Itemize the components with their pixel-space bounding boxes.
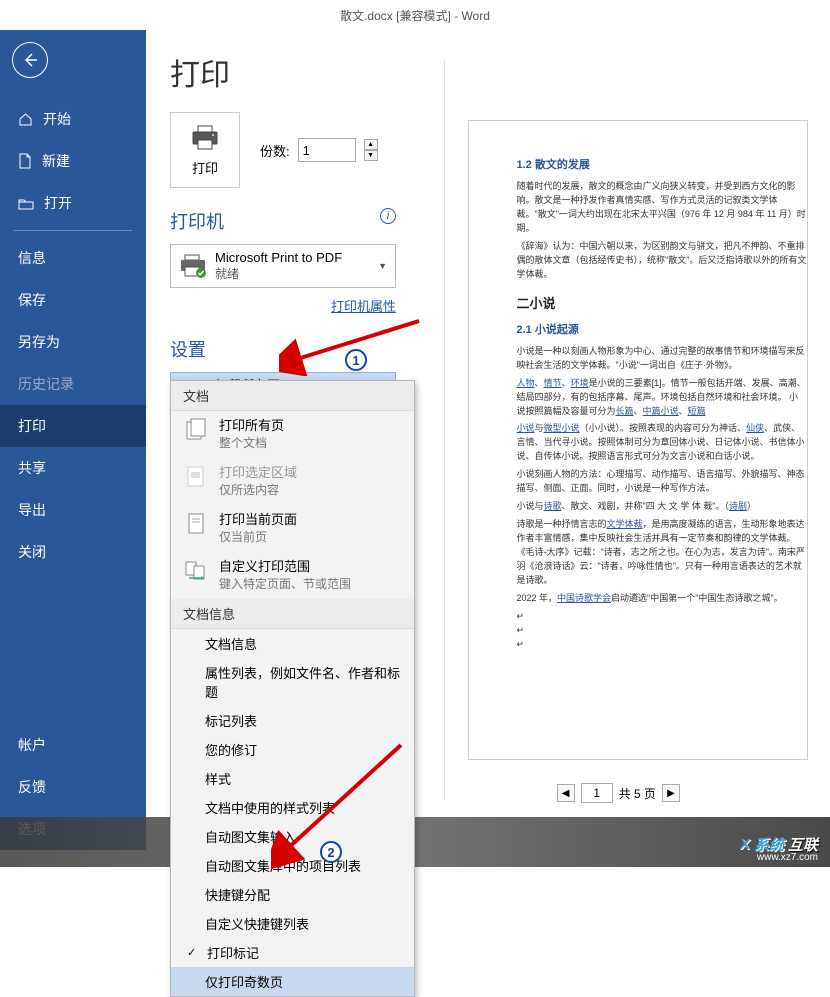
nav-start-label: 开始 — [43, 109, 71, 129]
dd-props[interactable]: 属性列表，例如文件名、作者和标题 — [171, 658, 414, 706]
dd-print-current[interactable]: 打印当前页面仅当前页 — [171, 505, 414, 552]
printer-properties-link[interactable]: 打印机属性 — [331, 299, 396, 314]
page-number-input[interactable] — [581, 783, 613, 803]
copies-control: 份数: ▲ ▼ — [260, 138, 378, 162]
nav-info-label: 信息 — [18, 248, 46, 268]
copies-input[interactable] — [298, 138, 356, 162]
pages-icon — [183, 417, 209, 443]
nav-close-label: 关闭 — [18, 542, 46, 562]
copies-up[interactable]: ▲ — [364, 139, 378, 150]
print-preview: 1.2 散文的发展 随着时代的发展，散文的概念由广义向狭义转变，并受到西方文化的… — [444, 60, 830, 800]
new-doc-icon — [18, 153, 32, 169]
printer-icon — [189, 124, 221, 152]
chevron-down-icon: ▼ — [378, 261, 387, 271]
nav-print-label: 打印 — [18, 416, 46, 436]
nav-save[interactable]: 保存 — [0, 279, 146, 321]
dd-revisions[interactable]: 您的修订 — [171, 735, 414, 764]
back-button[interactable] — [12, 42, 48, 78]
backstage-sidebar: 开始 新建 打开 信息 保存 另存为 历史记录 打印 共享 导出 关闭 帐户 反… — [0, 30, 146, 850]
dd-odd-pages[interactable]: 仅打印奇数页 — [171, 967, 414, 996]
page-total: 共 5 页 — [619, 785, 656, 802]
dd-shortcuts[interactable]: 快捷键分配 — [171, 880, 414, 909]
nav-history[interactable]: 历史记录 — [0, 363, 146, 405]
printer-status-icon — [179, 254, 207, 278]
printer-section-title: 打印机 — [170, 208, 224, 234]
nav-close[interactable]: 关闭 — [0, 531, 146, 573]
preview-page: 1.2 散文的发展 随着时代的发展，散文的概念由广义向狭义转变，并受到西方文化的… — [468, 120, 808, 760]
check-icon: ✓ — [187, 946, 197, 959]
nav-saveas-label: 另存为 — [18, 332, 60, 352]
nav-share-label: 共享 — [18, 458, 46, 478]
nav-open[interactable]: 打开 — [0, 182, 146, 224]
selection-icon — [183, 464, 209, 490]
nav-new-label: 新建 — [42, 151, 70, 171]
dd-custom-shortcuts[interactable]: 自定义快捷键列表 — [171, 909, 414, 938]
nav-new[interactable]: 新建 — [0, 140, 146, 182]
callout-1: 1 — [345, 349, 367, 371]
nav-export-label: 导出 — [18, 500, 46, 520]
printer-status: 就绪 — [215, 267, 370, 283]
nav-info[interactable]: 信息 — [0, 237, 146, 279]
nav-export[interactable]: 导出 — [0, 489, 146, 531]
copies-spinner: ▲ ▼ — [364, 139, 378, 161]
nav-divider — [14, 230, 132, 231]
print-button-label: 打印 — [192, 158, 218, 177]
prev-page-button[interactable]: ◀ — [557, 784, 575, 802]
dd-styles-used[interactable]: 文档中使用的样式列表 — [171, 793, 414, 822]
page-navigation: ◀ 共 5 页 ▶ — [557, 783, 680, 803]
folder-open-icon — [18, 197, 34, 210]
dd-print-all[interactable]: 打印所有页整个文档 — [171, 411, 414, 458]
dd-print-markup[interactable]: ✓打印标记 — [171, 938, 414, 967]
nav-account-label: 帐户 — [18, 735, 46, 755]
copies-down[interactable]: ▼ — [364, 150, 378, 161]
print-button[interactable]: 打印 — [170, 112, 240, 188]
nav-open-label: 打开 — [44, 193, 72, 213]
single-page-icon — [183, 511, 209, 537]
dd-custom-range[interactable]: 自定义打印范围键入特定页面、节或范围 — [171, 552, 414, 599]
home-icon — [18, 112, 33, 127]
callout-2: 2 — [320, 841, 342, 863]
dd-docinfo[interactable]: 文档信息 — [171, 629, 414, 658]
dd-autotext[interactable]: 自动图文集输入 — [171, 822, 414, 851]
nav-start[interactable]: 开始 — [0, 98, 146, 140]
dd-markup-list[interactable]: 标记列表 — [171, 706, 414, 735]
nav-save-label: 保存 — [18, 290, 46, 310]
dropdown-header-docinfo: 文档信息 — [171, 599, 414, 629]
dd-print-selection: 打印选定区域仅所选内容 — [171, 458, 414, 505]
next-page-button[interactable]: ▶ — [662, 784, 680, 802]
range-icon — [183, 558, 209, 584]
nav-print[interactable]: 打印 — [0, 405, 146, 447]
printer-props-link-wrap: 打印机属性 — [170, 296, 396, 316]
nav-history-label: 历史记录 — [18, 374, 74, 394]
nav-feedback[interactable]: 反馈 — [0, 766, 146, 808]
nav-account[interactable]: 帐户 — [0, 724, 146, 766]
info-icon[interactable]: i — [380, 208, 396, 224]
print-range-dropdown: 文档 打印所有页整个文档 打印选定区域仅所选内容 打印当前页面仅当前页 自定义打… — [170, 380, 415, 997]
printer-selector[interactable]: Microsoft Print to PDF 就绪 ▼ — [170, 244, 396, 288]
title-bar: 散文.docx [兼容模式] - Word — [0, 0, 830, 30]
watermark: X系统互联 www.xz7.com — [740, 834, 818, 855]
nav-feedback-label: 反馈 — [18, 777, 46, 797]
nav-saveas[interactable]: 另存为 — [0, 321, 146, 363]
dd-styles[interactable]: 样式 — [171, 764, 414, 793]
dropdown-header-document: 文档 — [171, 381, 414, 411]
copies-label: 份数: — [260, 141, 290, 160]
dd-autotext-items[interactable]: 自动图文集库中的项目列表 — [171, 851, 414, 880]
nav-share[interactable]: 共享 — [0, 447, 146, 489]
footer-background — [0, 817, 830, 867]
document-title: 散文.docx [兼容模式] - Word — [340, 7, 490, 24]
back-arrow-icon — [21, 51, 39, 69]
printer-name: Microsoft Print to PDF — [215, 250, 370, 267]
